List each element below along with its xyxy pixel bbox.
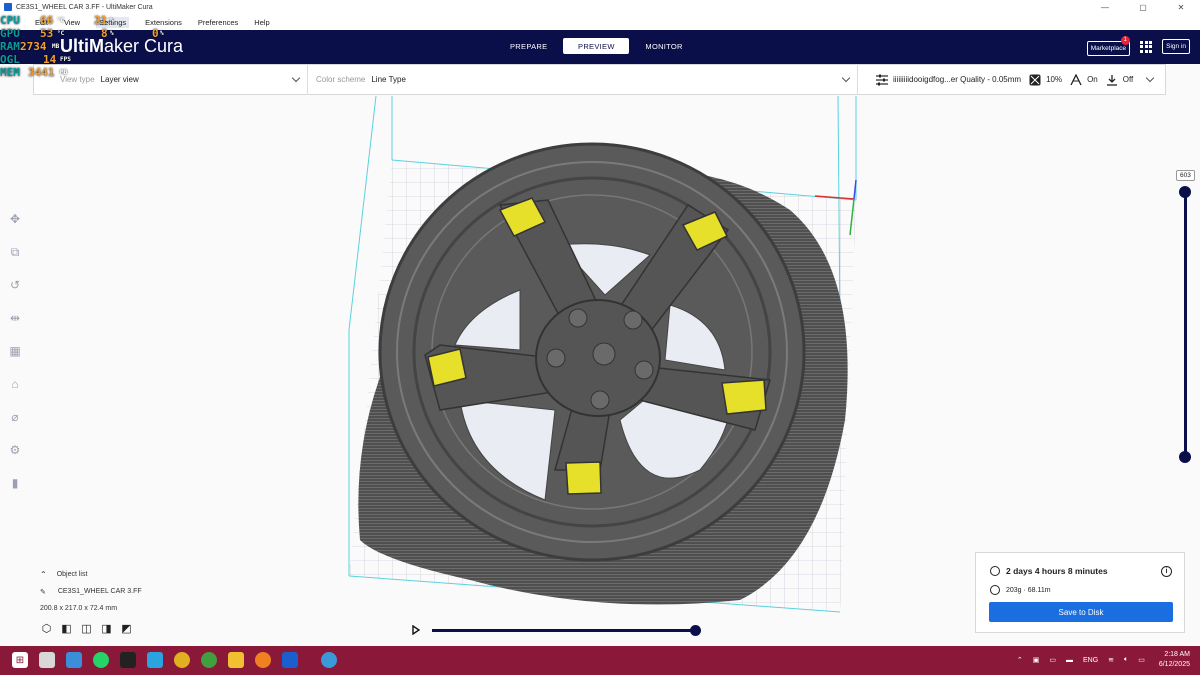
menu-preferences[interactable]: Preferences	[198, 18, 238, 27]
chrome-profile-icon[interactable]	[201, 652, 217, 668]
support-value: On	[1087, 75, 1098, 84]
layer-path-slider[interactable]	[432, 629, 696, 632]
blender-icon[interactable]	[255, 652, 271, 668]
globe-icon[interactable]	[321, 652, 337, 668]
scale-tool-icon[interactable]: ⧉	[8, 245, 22, 259]
print-settings-button[interactable]: iiiiiiiiidooigdfog...er Quality - 0.05mm…	[868, 64, 1155, 95]
view-toolbar: View type Layer view Color scheme Line T…	[33, 64, 1166, 95]
path-slider-handle[interactable]	[690, 625, 701, 636]
print-time: 2 days 4 hours 8 minutes	[1006, 566, 1108, 576]
rotate-tool-icon[interactable]: ↺	[8, 278, 22, 292]
menu-view[interactable]: View	[64, 18, 80, 27]
apps-grid-icon[interactable]	[1140, 40, 1153, 53]
view-type-dropdown[interactable]: View type Layer view	[34, 64, 308, 95]
header-actions: Marketplace 1 Sign in	[1081, 35, 1190, 56]
layer-range-slider[interactable]	[1184, 192, 1187, 456]
cura-app-icon	[4, 3, 12, 11]
profile-label: iiiiiiiiidooigdfog...er Quality - 0.05mm	[893, 75, 1022, 84]
window-controls: — ▢ ✕	[1086, 0, 1200, 14]
infill-value: 10%	[1046, 75, 1063, 84]
right-view-icon[interactable]: ◩	[120, 622, 133, 635]
object-list-item[interactable]: ✎ CE3S1_WHEEL CAR 3.FF	[40, 583, 142, 600]
mesh-tools-icon[interactable]: ⚙	[8, 443, 22, 457]
minimize-button[interactable]: —	[1086, 0, 1124, 14]
battery-icon[interactable]: ▭	[1138, 656, 1145, 664]
file-explorer-icon[interactable]	[228, 652, 244, 668]
tray-device-icon[interactable]: ▭	[1049, 656, 1056, 664]
play-icon[interactable]	[412, 625, 420, 635]
app-header: UltiMaker Cura PREPARE PREVIEW MONITOR M…	[0, 30, 1200, 64]
cura-window: { "window": {"title": "CE3S1_WHEEL CAR 3…	[0, 0, 1200, 675]
photos-app-icon[interactable]	[66, 652, 82, 668]
telegram-icon[interactable]	[147, 652, 163, 668]
move-tool-icon[interactable]: ✥	[8, 212, 22, 226]
window-title-bar: CE3S1_WHEEL CAR 3.FF - UltiMaker Cura — …	[0, 0, 1200, 14]
chevron-down-icon	[291, 73, 301, 83]
3d-view-icon[interactable]: ⬡	[40, 622, 53, 635]
volume-icon[interactable]: 🔈︎	[1124, 656, 1128, 664]
menu-bar: Edit View Settings Extensions Preference…	[0, 14, 1200, 30]
tray-display-icon[interactable]: ▬	[1066, 657, 1073, 664]
notification-badge: 1	[1120, 35, 1130, 45]
tray-app-icon[interactable]: ▣	[1033, 656, 1040, 664]
stage-tabs: PREPARE PREVIEW MONITOR	[498, 38, 699, 54]
info-icon[interactable]: i	[1161, 566, 1172, 577]
object-list-panel: ⌃ Object list ✎ CE3S1_WHEEL CAR 3.FF 200.8…	[40, 566, 142, 617]
layer-top-handle[interactable]	[1179, 186, 1191, 198]
support-blocker-icon[interactable]: ⌂	[8, 377, 22, 391]
chevron-down-icon	[841, 73, 851, 83]
layer-number-field[interactable]: 603	[1176, 170, 1195, 181]
menu-edit[interactable]: Edit	[35, 18, 48, 27]
cylinder-tool-icon[interactable]: ▮	[8, 476, 22, 490]
start-icon[interactable]: ⊞	[12, 652, 28, 668]
maximize-button[interactable]: ▢	[1124, 0, 1162, 14]
object-list-toggle[interactable]: ⌃ Object list	[40, 566, 142, 583]
windows-taskbar: ⊞ ⌃ ▣ ▭ ▬ ENG ≋ 🔈︎ ▭ 2:18 AM 6/12/2025	[0, 646, 1200, 675]
menu-settings[interactable]: Settings	[96, 16, 130, 28]
tab-preview[interactable]: PREVIEW	[563, 38, 630, 54]
language-indicator[interactable]: ENG	[1083, 657, 1098, 664]
material-spool-icon	[990, 585, 1000, 595]
adhesion-value: Off	[1122, 75, 1134, 84]
menu-extensions[interactable]: Extensions	[145, 18, 182, 27]
infill-icon	[1029, 74, 1041, 85]
chevron-down-icon	[1146, 73, 1155, 82]
left-view-icon[interactable]: ◨	[100, 622, 113, 635]
brand-logo: UltiMaker Cura	[60, 36, 184, 56]
chevron-up-icon: ⌃	[40, 570, 47, 579]
object-dimensions: 200.8 x 217.0 x 72.4 mm	[40, 605, 118, 612]
clock-icon	[990, 566, 1000, 576]
adhesion-icon	[1106, 74, 1117, 86]
per-model-settings-icon[interactable]: ▦	[8, 344, 22, 358]
tray-chevron-icon[interactable]: ⌃	[1017, 656, 1023, 664]
cura-taskbar-icon[interactable]	[282, 652, 298, 668]
settings-sliders-icon	[876, 74, 888, 85]
task-view-icon[interactable]	[39, 652, 55, 668]
pencil-icon: ✎	[40, 588, 46, 596]
top-view-icon[interactable]: ◫	[80, 622, 93, 635]
tab-prepare[interactable]: PREPARE	[498, 38, 559, 54]
whatsapp-icon[interactable]	[93, 652, 109, 668]
save-to-disk-button[interactable]: Save to Disk	[989, 602, 1173, 622]
app-icon-inkscape[interactable]	[120, 652, 136, 668]
mirror-tool-icon[interactable]: ⇹	[8, 311, 22, 325]
front-view-icon[interactable]: ◧	[60, 622, 73, 635]
menu-help[interactable]: Help	[254, 18, 269, 27]
print-summary-panel: 2 days 4 hours 8 minutes i 203g · 68.11m…	[975, 552, 1185, 633]
chrome-icon[interactable]	[174, 652, 190, 668]
signin-button[interactable]: Sign in	[1162, 39, 1190, 54]
color-scheme-dropdown[interactable]: Color scheme Line Type	[308, 64, 858, 95]
close-button[interactable]: ✕	[1162, 0, 1200, 14]
window-title: CE3S1_WHEEL CAR 3.FF - UltiMaker Cura	[16, 3, 153, 11]
camera-view-buttons: ⬡ ◧ ◫ ◨ ◩	[40, 622, 140, 635]
system-clock[interactable]: 2:18 AM 6/12/2025	[1159, 650, 1190, 670]
tab-monitor[interactable]: MONITOR	[633, 38, 694, 54]
material-estimate: 203g · 68.11m	[1006, 586, 1051, 594]
measure-tool-icon[interactable]: ⌀	[8, 410, 22, 424]
layer-bottom-handle[interactable]	[1179, 451, 1191, 463]
transform-toolbar: ✥ ⧉ ↺ ⇹ ▦ ⌂ ⌀ ⚙ ▮	[8, 212, 24, 509]
wifi-icon[interactable]: ≋	[1108, 656, 1114, 664]
support-icon	[1070, 73, 1082, 85]
